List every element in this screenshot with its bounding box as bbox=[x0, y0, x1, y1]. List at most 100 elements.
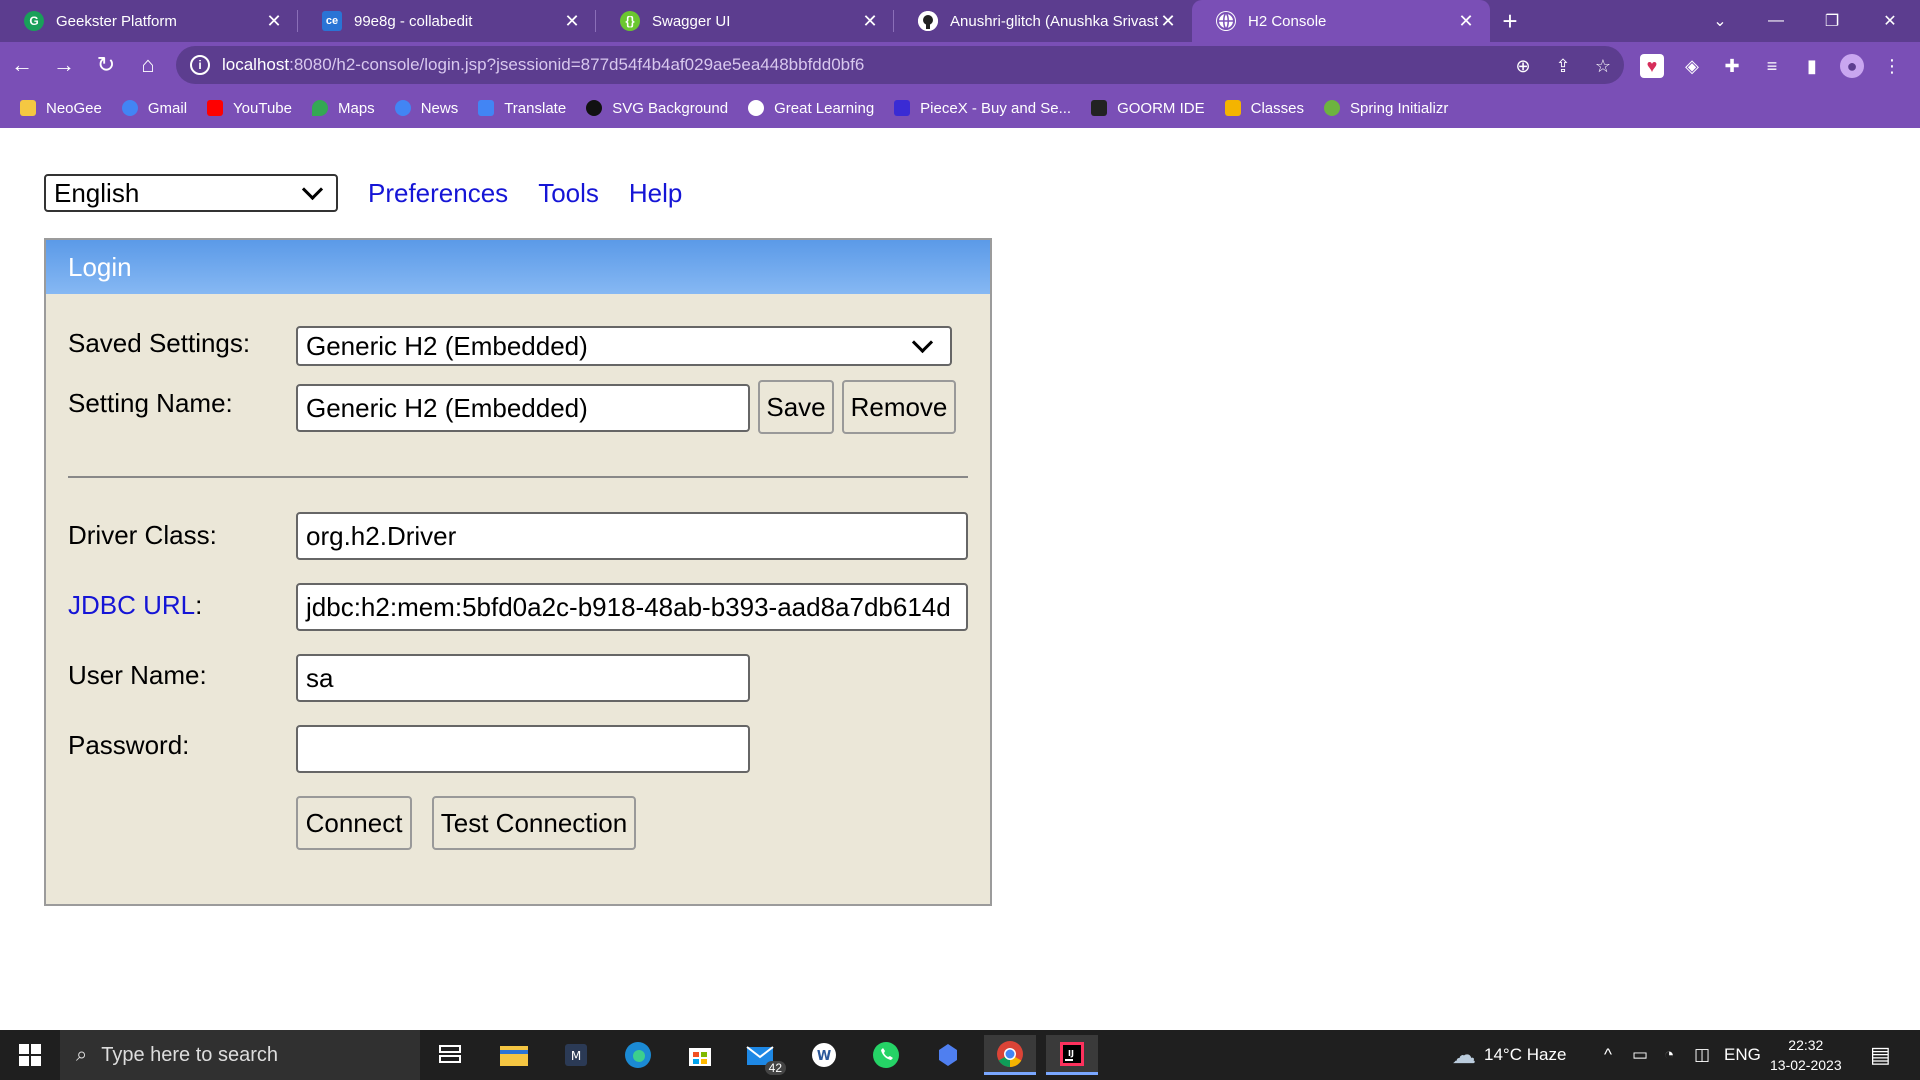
share-icon[interactable]: ⇪ bbox=[1552, 55, 1574, 77]
tab-title: Anushri-glitch (Anushka Srivastav bbox=[950, 12, 1158, 30]
url-path: :8080/h2-console/login.jsp?jsessionid=87… bbox=[289, 55, 865, 74]
saved-settings-select[interactable]: Generic H2 (Embedded) bbox=[296, 326, 952, 366]
battery-icon[interactable]: ▭ bbox=[1632, 1030, 1648, 1080]
jdbc-url-input[interactable]: jdbc:h2:mem:5bfd0a2c-b918-48ab-b393-aad8… bbox=[296, 583, 968, 631]
tab-collabedit[interactable]: ce 99e8g - collabedit ✕ bbox=[298, 0, 596, 42]
saved-settings-label: Saved Settings: bbox=[68, 328, 251, 358]
more-menu-icon[interactable]: ⋮ bbox=[1880, 54, 1904, 78]
tab-github[interactable]: Anushri-glitch (Anushka Srivastav ✕ bbox=[894, 0, 1192, 42]
close-icon[interactable]: ✕ bbox=[562, 11, 582, 32]
back-arrow-icon[interactable]: ← bbox=[2, 45, 42, 85]
extensions-puzzle-icon[interactable]: ✚ bbox=[1720, 54, 1744, 78]
github-icon bbox=[918, 11, 938, 31]
tab-geekster[interactable]: G Geekster Platform ✕ bbox=[0, 0, 298, 42]
bookmark-maps[interactable]: Maps bbox=[312, 100, 375, 117]
word-app-icon[interactable]: W bbox=[798, 1035, 850, 1075]
test-connection-button[interactable]: Test Connection bbox=[432, 796, 636, 850]
globe-icon bbox=[1216, 11, 1236, 31]
bookmark-classes[interactable]: Classes bbox=[1224, 99, 1304, 117]
forward-arrow-icon[interactable]: → bbox=[44, 45, 84, 85]
bookmarks-bar: NeoGee Gmail YouTube Maps News Translate… bbox=[0, 88, 1920, 128]
address-bar[interactable]: i localhost:8080/h2-console/login.jsp?js… bbox=[176, 46, 1624, 84]
close-icon[interactable]: ✕ bbox=[264, 11, 284, 32]
tab-h2-console[interactable]: H2 Console ✕ bbox=[1192, 0, 1490, 42]
speaker-icon[interactable]: ◫ bbox=[1694, 1030, 1710, 1080]
show-hidden-icons-icon[interactable]: ^ bbox=[1604, 1030, 1612, 1080]
bookmark-goorm-ide[interactable]: GOORM IDE bbox=[1091, 100, 1205, 117]
bookmark-translate[interactable]: Translate bbox=[478, 100, 566, 117]
home-icon[interactable]: ⌂ bbox=[128, 45, 168, 85]
whatsapp-icon[interactable] bbox=[860, 1035, 912, 1075]
login-header: Login bbox=[46, 240, 990, 294]
connect-button[interactable]: Connect bbox=[296, 796, 412, 850]
reload-icon[interactable]: ↻ bbox=[86, 45, 126, 85]
taskbar-search[interactable]: ⌕ Type here to search bbox=[60, 1030, 420, 1080]
side-panel-icon[interactable]: ▮ bbox=[1800, 54, 1824, 78]
notifications-icon[interactable]: ▤ bbox=[1870, 1030, 1891, 1080]
new-tab-button[interactable]: + bbox=[1490, 0, 1530, 42]
bookmark-piecex[interactable]: PieceX - Buy and Se... bbox=[894, 100, 1071, 117]
bookmark-label: Translate bbox=[504, 99, 567, 117]
driver-class-input[interactable]: org.h2.Driver bbox=[296, 512, 968, 560]
bookmark-spring-initializr[interactable]: Spring Initializr bbox=[1323, 100, 1448, 117]
close-icon[interactable]: ✕ bbox=[1158, 11, 1178, 32]
bookmark-label: PieceX - Buy and Se... bbox=[920, 99, 1072, 117]
user-name-input[interactable]: sa bbox=[296, 654, 750, 702]
microsoft-store-icon[interactable] bbox=[674, 1035, 726, 1075]
h2-console-page: English Preferences Tools Help Login Sav… bbox=[0, 128, 1920, 1030]
bookmark-neogee[interactable]: NeoGee bbox=[20, 100, 102, 117]
chrome-icon[interactable] bbox=[984, 1035, 1036, 1075]
jdbc-url-help-link[interactable]: JDBC URL bbox=[68, 590, 195, 620]
clock-time: 22:32 bbox=[1788, 1037, 1824, 1053]
tools-link[interactable]: Tools bbox=[538, 178, 599, 209]
mail-icon[interactable]: 42 bbox=[736, 1035, 788, 1075]
help-link[interactable]: Help bbox=[629, 178, 682, 209]
file-explorer-icon[interactable] bbox=[488, 1035, 540, 1075]
copilot-icon[interactable] bbox=[922, 1035, 974, 1075]
intellij-icon[interactable]: IJ bbox=[1046, 1035, 1098, 1075]
bookmark-great-learning[interactable]: Great Learning bbox=[748, 100, 874, 117]
wifi-icon[interactable]: ◔ bbox=[1664, 1030, 1674, 1080]
bookmark-label: Classes bbox=[1250, 99, 1304, 117]
bookmark-label: SVG Background bbox=[612, 99, 729, 117]
bookmark-news[interactable]: News bbox=[394, 100, 458, 117]
minimize-button[interactable]: — bbox=[1748, 0, 1804, 42]
bookmark-gmail[interactable]: Gmail bbox=[121, 100, 187, 117]
weather-widget[interactable]: ☁ 14°C Haze bbox=[1452, 1030, 1566, 1080]
tab-title: H2 Console bbox=[1248, 12, 1327, 30]
bookmark-label: Maps bbox=[338, 99, 375, 117]
close-icon[interactable]: ✕ bbox=[1456, 11, 1476, 32]
edge-icon[interactable] bbox=[612, 1035, 664, 1075]
close-icon[interactable]: ✕ bbox=[860, 11, 880, 32]
restore-button[interactable]: ❐ bbox=[1804, 0, 1860, 42]
save-button[interactable]: Save bbox=[758, 380, 834, 434]
site-info-icon[interactable]: i bbox=[190, 55, 210, 75]
bookmark-star-icon[interactable]: ☆ bbox=[1592, 55, 1614, 77]
login-panel: Login Saved Settings: Generic H2 (Embedd… bbox=[44, 238, 992, 906]
setting-name-input[interactable]: Generic H2 (Embedded) bbox=[296, 384, 750, 432]
input-language[interactable]: ENG bbox=[1724, 1030, 1761, 1080]
remove-button[interactable]: Remove bbox=[842, 380, 956, 434]
window-close-button[interactable]: ✕ bbox=[1862, 0, 1918, 42]
media-control-icon[interactable]: ≡ bbox=[1760, 54, 1784, 78]
mail-badge: 42 bbox=[764, 1061, 786, 1075]
tab-swagger[interactable]: {} Swagger UI ✕ bbox=[596, 0, 894, 42]
preferences-link[interactable]: Preferences bbox=[368, 178, 508, 209]
folder-icon bbox=[20, 100, 36, 116]
bookmark-youtube[interactable]: YouTube bbox=[207, 100, 292, 117]
windows-start-icon[interactable] bbox=[0, 1030, 60, 1080]
cube-extension-icon[interactable]: ◈ bbox=[1680, 54, 1704, 78]
maps-icon bbox=[312, 100, 328, 116]
profile-avatar-icon[interactable]: ● bbox=[1840, 54, 1864, 78]
tab-search-icon[interactable]: ⌄ bbox=[1692, 0, 1748, 42]
terminal-app-icon[interactable]: M bbox=[550, 1035, 602, 1075]
pocket-extension-icon[interactable]: ♥ bbox=[1640, 54, 1664, 78]
language-select[interactable]: English bbox=[44, 174, 338, 212]
zoom-icon[interactable]: ⊕ bbox=[1512, 55, 1534, 77]
clock[interactable]: 22:32 13-02-2023 bbox=[1770, 1030, 1842, 1080]
password-input[interactable] bbox=[296, 725, 750, 773]
bookmark-svg-background[interactable]: SVG Background bbox=[586, 100, 728, 117]
translate-icon bbox=[478, 100, 495, 116]
svg-text:M: M bbox=[571, 1049, 581, 1063]
task-view-icon[interactable] bbox=[424, 1035, 476, 1075]
